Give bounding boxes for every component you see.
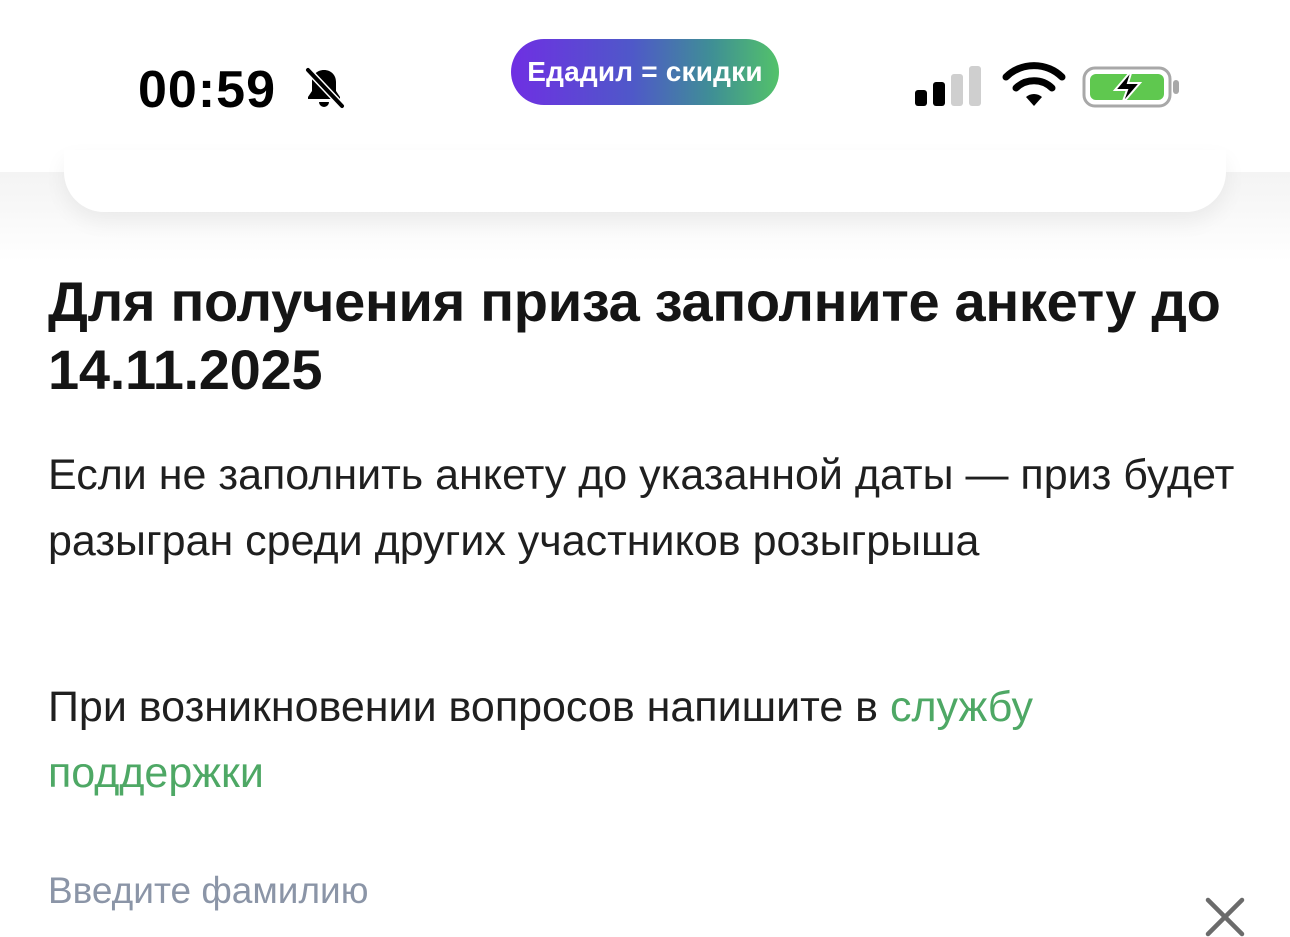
- top-card: [64, 150, 1226, 212]
- cellular-signal-icon: [915, 66, 981, 106]
- bell-muted-icon: [304, 66, 346, 110]
- support-hint-text: При возникновении вопросов напишите в: [48, 683, 890, 731]
- deadline-description: Если не заполнить анкету до указанной да…: [48, 451, 1235, 565]
- page-title: Для получения приза заполните анкету до …: [48, 270, 1221, 401]
- surname-input[interactable]: [48, 862, 1178, 920]
- close-icon[interactable]: [1204, 896, 1246, 937]
- promo-pill-label: Едадил = скидки: [527, 56, 763, 87]
- prize-form-screen: 00:59 Едадил = скидки Для получения приз…: [0, 0, 1290, 937]
- wifi-icon: [1002, 62, 1066, 106]
- surname-field: [48, 862, 1248, 937]
- status-bar: 00:59 Едадил = скидки: [0, 0, 1290, 170]
- support-hint: При возникновении вопросов напишите в сл…: [48, 674, 1248, 806]
- battery-charging-icon: [1082, 66, 1179, 108]
- promo-pill[interactable]: Едадил = скидки: [511, 39, 779, 105]
- status-time: 00:59: [138, 61, 276, 119]
